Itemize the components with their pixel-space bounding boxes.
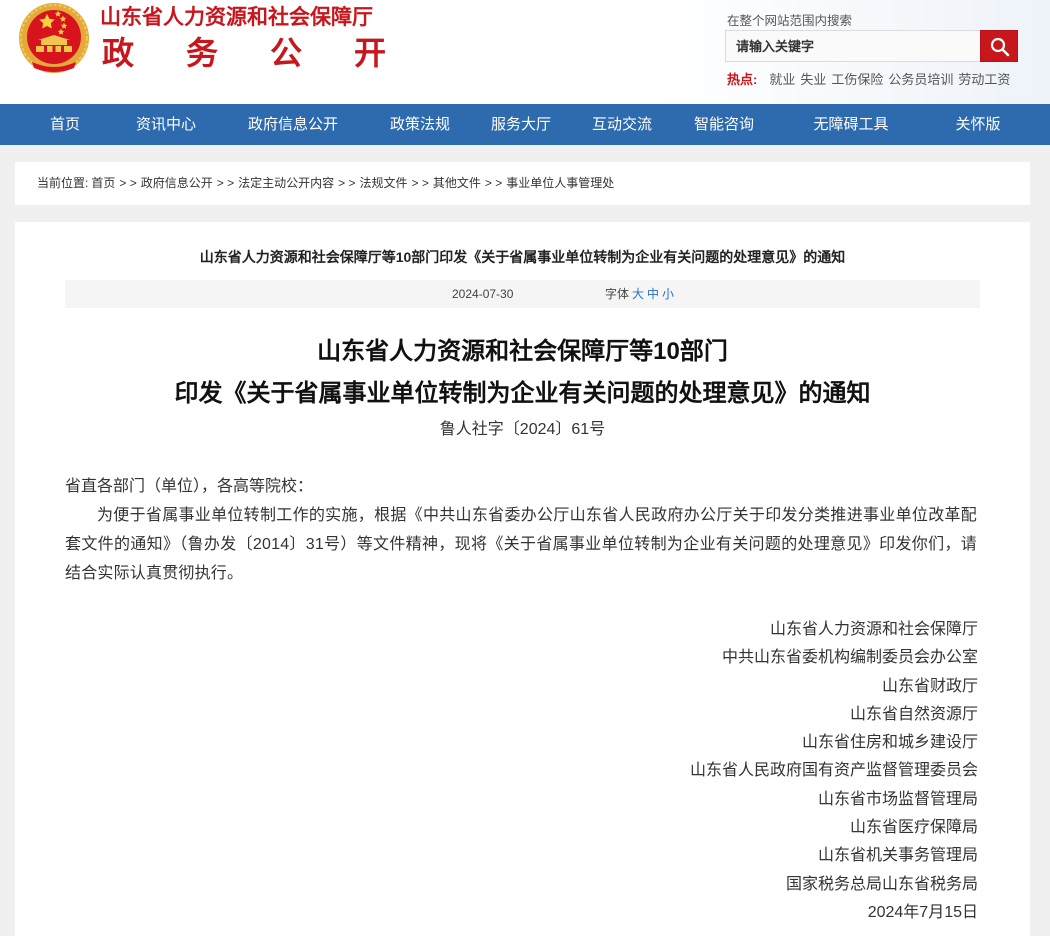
- signatory: 山东省机关事务管理局: [817, 847, 978, 865]
- nav-item-news[interactable]: 资讯中心: [106, 104, 226, 145]
- breadcrumb-separator: > >: [411, 176, 429, 190]
- section-name: 政务公开: [102, 35, 439, 71]
- signatory: 山东省住房和城乡建设厅: [801, 734, 978, 752]
- search-input[interactable]: [725, 30, 980, 62]
- hot-topic-link[interactable]: 公务员培训: [888, 72, 953, 87]
- document-title-line-1: 山东省人力资源和社会保障厅等10部门: [317, 338, 728, 365]
- breadcrumb-separator: > >: [484, 176, 503, 190]
- national-emblem-icon: [19, 3, 89, 73]
- body-paragraph: 为便于省属事业单位转制工作的实施，根据《中共山东省委办公厅山东省人民政府办公厅关…: [65, 507, 977, 582]
- article-title: 山东省人力资源和社会保障厅等10部门印发《关于省属事业单位转制为企业有关问题的处…: [199, 249, 846, 265]
- breadcrumb-item[interactable]: 事业单位人事管理处: [506, 176, 614, 190]
- signatory: 山东省自然资源厅: [849, 705, 978, 723]
- page: 山东省人力资源和社会保障厅 政务公开 在整个网站范围内搜索 热点: 就业失业工伤保…: [0, 0, 1050, 936]
- search-icon: [990, 37, 1010, 57]
- site-header: 山东省人力资源和社会保障厅 政务公开 在整个网站范围内搜索 热点: 就业失业工伤保…: [0, 0, 1050, 104]
- breadcrumb-item[interactable]: 其他文件: [433, 176, 481, 190]
- breadcrumb: 当前位置: 首页 > > 政府信息公开 > > 法定主动公开内容 > > 法规文件 > > 其他文…: [15, 162, 1030, 205]
- breadcrumb-label: 当前位置:: [37, 176, 89, 190]
- hot-topic-link[interactable]: 劳动工资: [958, 72, 1010, 87]
- hot-topics-label: 热点:: [727, 72, 758, 87]
- signatory: 山东省市场监督管理局: [817, 790, 978, 808]
- breadcrumb-item[interactable]: 法定主动公开内容: [238, 176, 334, 190]
- signatory: 中共山东省委机构编制委员会办公室: [721, 649, 978, 667]
- org-name: 山东省人力资源和社会保障厅: [100, 6, 373, 29]
- breadcrumb-separator: > >: [216, 176, 235, 190]
- breadcrumb-item[interactable]: 政府信息公开: [141, 176, 213, 190]
- hot-topic-link[interactable]: 工伤保险: [831, 72, 883, 87]
- nav-item-accessibility[interactable]: 无障碍工具: [791, 104, 911, 145]
- breadcrumb-separator: > >: [338, 176, 356, 190]
- signing-date: 2024年7月15日: [867, 903, 978, 921]
- hot-topic-link[interactable]: 就业: [769, 72, 795, 87]
- article-panel: 山东省人力资源和社会保障厅等10部门印发《关于省属事业单位转制为企业有关问题的处…: [15, 222, 1030, 936]
- font-size-small[interactable]: 小: [662, 287, 674, 301]
- search-button[interactable]: [980, 30, 1018, 62]
- signatory: 山东省人民政府国有资产监督管理委员会: [689, 762, 978, 780]
- font-size-large[interactable]: 大: [632, 287, 644, 301]
- signatory: 山东省财政厅: [881, 677, 978, 695]
- nav-item-smart-consult[interactable]: 智能咨询: [664, 104, 784, 145]
- breadcrumb-separator: > >: [119, 176, 137, 190]
- font-size-controls: 字体大中小: [605, 280, 674, 308]
- nav-item-care-mode[interactable]: 关怀版: [918, 104, 1038, 145]
- article-meta: 2024-07-30 字体大中小: [65, 280, 980, 308]
- signatory: 山东省医疗保障局: [849, 819, 978, 837]
- salutation: 省直各部门（单位），各高等院校：: [65, 478, 314, 495]
- signatory: 国家税务总局山东省税务局: [785, 875, 978, 893]
- nav-item-gov-info[interactable]: 政府信息公开: [233, 104, 353, 145]
- font-size-label: 字体: [605, 287, 630, 301]
- signatory: 山东省人力资源和社会保障厅: [769, 621, 978, 638]
- main-nav: 首页 资讯中心 政府信息公开 政策法规 服务大厅 互动交流 智能咨询 无障碍工具 关怀版: [0, 104, 1050, 145]
- search-label: 在整个网站范围内搜索: [727, 14, 853, 28]
- document-title-line-2: 印发《关于省属事业单位转制为企业有关问题的处理意见》的通知: [174, 380, 871, 407]
- hot-topics: 热点: 就业 失业 工伤保险 公务员培训 劳动工资: [727, 71, 1015, 89]
- font-size-medium[interactable]: 中: [647, 287, 659, 301]
- document-number: 鲁人社字〔2024〕61号: [439, 421, 606, 438]
- breadcrumb-item[interactable]: 首页: [91, 176, 115, 190]
- breadcrumb-item[interactable]: 法规文件: [359, 176, 407, 190]
- publish-date: 2024-07-30: [452, 287, 514, 301]
- hot-topic-link[interactable]: 失业: [800, 72, 826, 87]
- signatory-block: 山东省人力资源和社会保障厅 中共山东省委机构编制委员会办公室 山东省财政厅 山东…: [690, 616, 978, 927]
